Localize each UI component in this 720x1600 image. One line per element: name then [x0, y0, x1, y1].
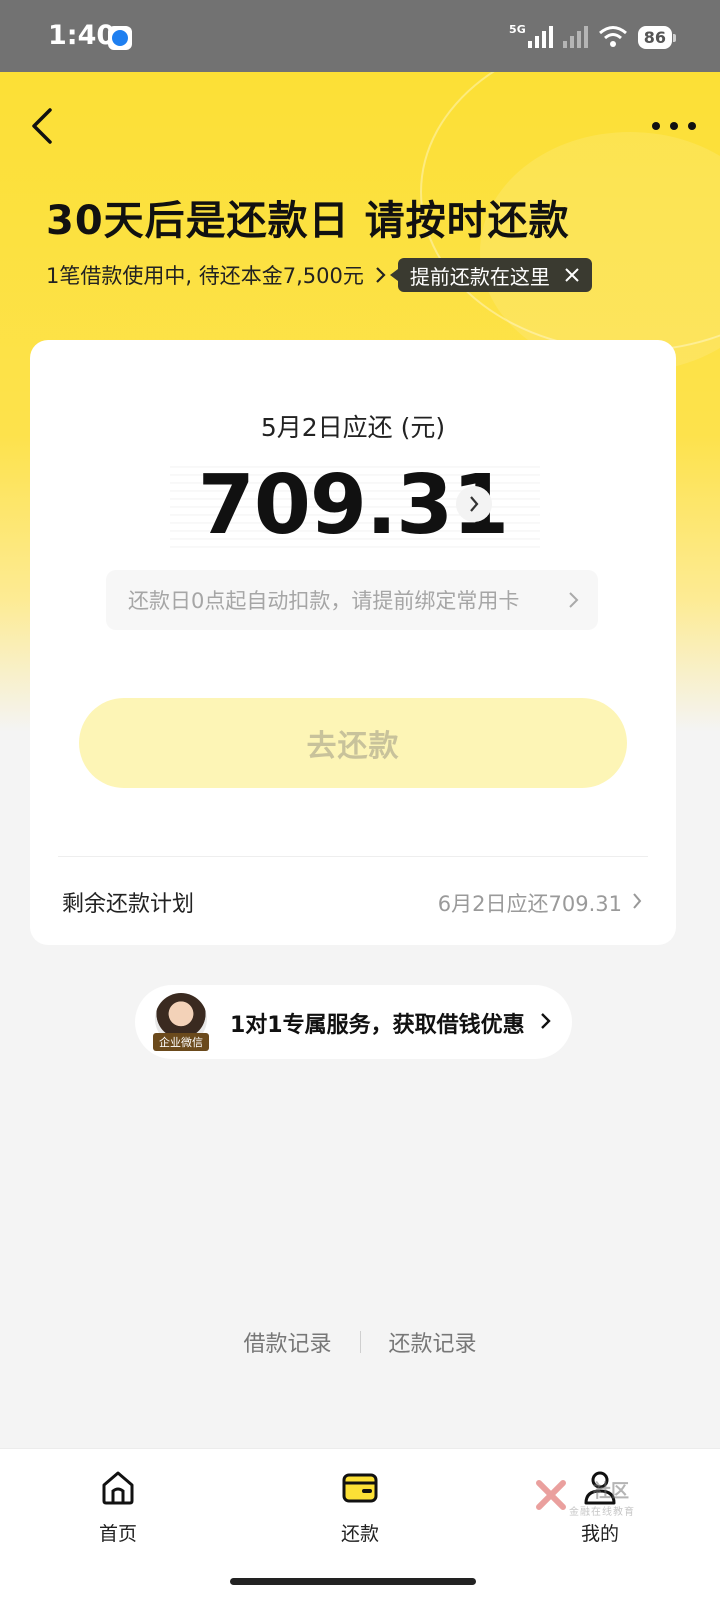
home-icon	[102, 1471, 134, 1505]
due-date-label: 5月2日应还 (元)	[260, 413, 446, 442]
divider	[58, 856, 648, 857]
status-bar: 1:40 5G 86	[0, 0, 720, 72]
repay-records-link[interactable]: 还款记录	[389, 1326, 477, 1358]
page-title: 30天后是还款日 请按时还款	[46, 198, 570, 244]
close-icon[interactable]	[564, 267, 580, 283]
divider	[359, 1331, 361, 1353]
nav-label: 还款	[340, 1523, 379, 1545]
back-arrow-icon[interactable]	[26, 104, 62, 148]
nav-label: 我的	[580, 1523, 619, 1545]
repay-button[interactable]: 去还款	[79, 698, 627, 788]
signal-icon	[527, 26, 553, 48]
notice-text: 还款日0点起自动扣款，请提前绑定常用卡	[128, 589, 520, 613]
watermark: 社区 金融在线教育	[533, 1475, 653, 1523]
wallet-icon	[342, 1473, 378, 1503]
repayment-card: 5月2日应还 (元) 709.31 还款日0点起自动扣款，请提前绑定常用卡 去还…	[30, 340, 676, 945]
loan-records-link[interactable]: 借款记录	[243, 1326, 331, 1358]
signal-secondary-icon	[562, 26, 588, 48]
wecom-badge: 企业微信	[153, 1033, 209, 1051]
nav-home[interactable]: 首页	[58, 1467, 178, 1546]
nav-repay[interactable]: 还款	[300, 1467, 420, 1546]
amount-detail-chevron-icon[interactable]	[456, 486, 492, 522]
chevron-right-icon	[569, 592, 579, 608]
home-indicator[interactable]	[230, 1578, 476, 1585]
chevron-right-icon	[376, 267, 386, 283]
service-banner[interactable]: 企业微信 1对1专属服务，获取借钱优惠	[135, 985, 572, 1059]
status-indicators: 5G 86	[509, 22, 677, 52]
status-time: 1:40	[48, 20, 116, 51]
early-repay-tooltip[interactable]: 提前还款在这里	[389, 258, 592, 292]
more-options-icon[interactable]	[652, 112, 696, 140]
chevron-right-icon[interactable]	[632, 892, 642, 910]
network-type: 5G	[509, 22, 526, 36]
battery-icon: 86	[637, 25, 677, 49]
loan-summary-row[interactable]: 1笔借款使用中, 待还本金7,500元 提前还款在这里	[46, 258, 592, 292]
watermark-text: 社区	[593, 1481, 629, 1502]
remaining-plan-value[interactable]: 6月2日应还709.31	[438, 888, 622, 918]
records-links: 借款记录 还款记录	[0, 1326, 720, 1358]
app-notification-icon	[108, 26, 132, 50]
watermark-subtext: 金融在线教育	[569, 1507, 635, 1518]
wifi-icon	[598, 26, 627, 47]
due-amount[interactable]: 709.31	[30, 458, 676, 553]
watermark-logo-icon	[536, 1480, 566, 1510]
tooltip-text: 提前还款在这里	[409, 264, 550, 289]
autodebit-notice[interactable]: 还款日0点起自动扣款，请提前绑定常用卡	[106, 570, 598, 630]
nav-label: 首页	[98, 1523, 137, 1545]
service-text: 1对1专属服务，获取借钱优惠	[230, 1013, 525, 1038]
loan-summary-text: 1笔借款使用中, 待还本金7,500元	[46, 264, 364, 288]
remaining-plan-label[interactable]: 剩余还款计划	[62, 886, 194, 918]
chevron-right-icon	[541, 1013, 551, 1029]
